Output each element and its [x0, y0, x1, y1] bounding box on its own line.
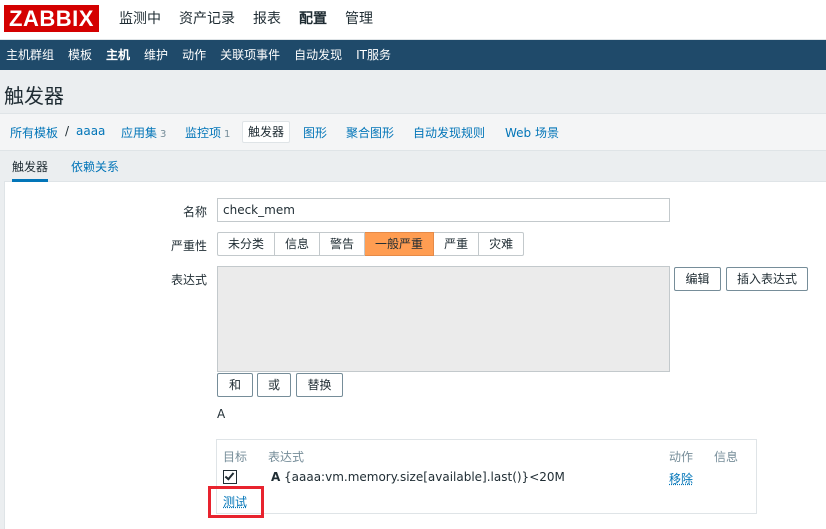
subnav-templates[interactable]: 模板: [62, 40, 100, 70]
header-info: 信息: [714, 450, 739, 464]
edit-button[interactable]: 编辑: [674, 267, 721, 291]
main-menu: 监测中 资产记录 报表 配置 管理: [110, 0, 382, 40]
replace-button[interactable]: 替换: [296, 373, 343, 397]
expression-label: 表达式: [170, 273, 207, 287]
or-button[interactable]: 或: [257, 373, 291, 397]
items-link[interactable]: 监控项 1: [185, 124, 230, 141]
target-checkbox[interactable]: [223, 470, 237, 484]
tab-trigger[interactable]: 触发器: [12, 152, 49, 182]
triggers-current[interactable]: 触发器: [242, 121, 291, 143]
subnav-it-services[interactable]: IT服务: [350, 40, 399, 70]
header-action: 动作: [669, 450, 694, 464]
severity-disaster[interactable]: 灾难: [479, 232, 525, 256]
form-tabs: 触发器 依赖关系: [4, 152, 826, 182]
expression-preview: A: [217, 407, 226, 421]
severity-high[interactable]: 严重: [434, 232, 480, 256]
menu-administration[interactable]: 管理: [336, 0, 382, 40]
page-title: 触发器: [4, 84, 64, 108]
expression-id: A: [271, 470, 281, 484]
menu-inventory[interactable]: 资产记录: [170, 0, 244, 40]
host-link[interactable]: aaaa: [76, 124, 105, 138]
web-scenarios-link[interactable]: Web 场景: [505, 124, 559, 141]
top-navigation: ZABBIX 监测中 资产记录 报表 配置 管理: [0, 0, 826, 40]
discovery-rules-link[interactable]: 自动发现规则: [413, 124, 485, 141]
menu-reports[interactable]: 报表: [244, 0, 290, 40]
header-expression: 表达式: [268, 450, 305, 464]
severity-warning[interactable]: 警告: [320, 232, 366, 256]
items-label: 监控项: [185, 126, 222, 140]
insert-expression-button[interactable]: 插入表达式: [726, 267, 808, 291]
severity-average[interactable]: 一般严重: [365, 232, 435, 256]
subnav-maintenance[interactable]: 维护: [138, 40, 176, 70]
applications-label: 应用集: [121, 126, 158, 140]
name-label: 名称: [182, 205, 207, 219]
subnav-hosts[interactable]: 主机: [100, 40, 138, 70]
and-button[interactable]: 和: [217, 373, 253, 397]
subnav-actions[interactable]: 动作: [176, 40, 214, 70]
applications-link[interactable]: 应用集 3: [121, 124, 166, 141]
remove-link[interactable]: 移除: [669, 470, 693, 487]
items-count: 1: [224, 129, 231, 140]
zabbix-logo[interactable]: ZABBIX: [4, 5, 99, 32]
severity-not-classified[interactable]: 未分类: [217, 232, 276, 256]
subnav-discovery[interactable]: 自动发现: [288, 40, 350, 70]
severity-information[interactable]: 信息: [275, 232, 321, 256]
subnav-correlation[interactable]: 关联项事件: [214, 40, 288, 70]
header-target: 目标: [223, 450, 248, 464]
sub-navigation: 主机群组 模板 主机 维护 动作 关联项事件 自动发现 IT服务: [0, 40, 826, 70]
expression-text: {aaaa:vm.memory.size[available].last()}<…: [284, 470, 565, 484]
menu-monitoring[interactable]: 监测中: [110, 0, 170, 40]
host-navigation: 所有模板 / aaaa 应用集 3 监控项 1 触发器 图形 聚合图形 自动发现规则…: [0, 113, 826, 151]
graphs-link[interactable]: 图形: [303, 124, 327, 141]
tab-dependencies[interactable]: 依赖关系: [71, 152, 119, 182]
breadcrumb-separator: /: [65, 124, 70, 138]
applications-count: 3: [160, 129, 167, 140]
test-highlight-box: [208, 486, 264, 518]
expression-textarea[interactable]: [217, 266, 670, 372]
subnav-host-groups[interactable]: 主机群组: [0, 40, 62, 70]
menu-configuration[interactable]: 配置: [290, 0, 336, 40]
screens-link[interactable]: 聚合图形: [346, 124, 394, 141]
severity-label: 严重性: [170, 239, 207, 253]
all-templates-link[interactable]: 所有模板: [10, 124, 58, 141]
severity-selector: 未分类 信息 警告 一般严重 严重 灾难: [217, 232, 525, 256]
name-input[interactable]: check_mem: [217, 198, 670, 222]
checkmark-icon: [224, 470, 235, 481]
